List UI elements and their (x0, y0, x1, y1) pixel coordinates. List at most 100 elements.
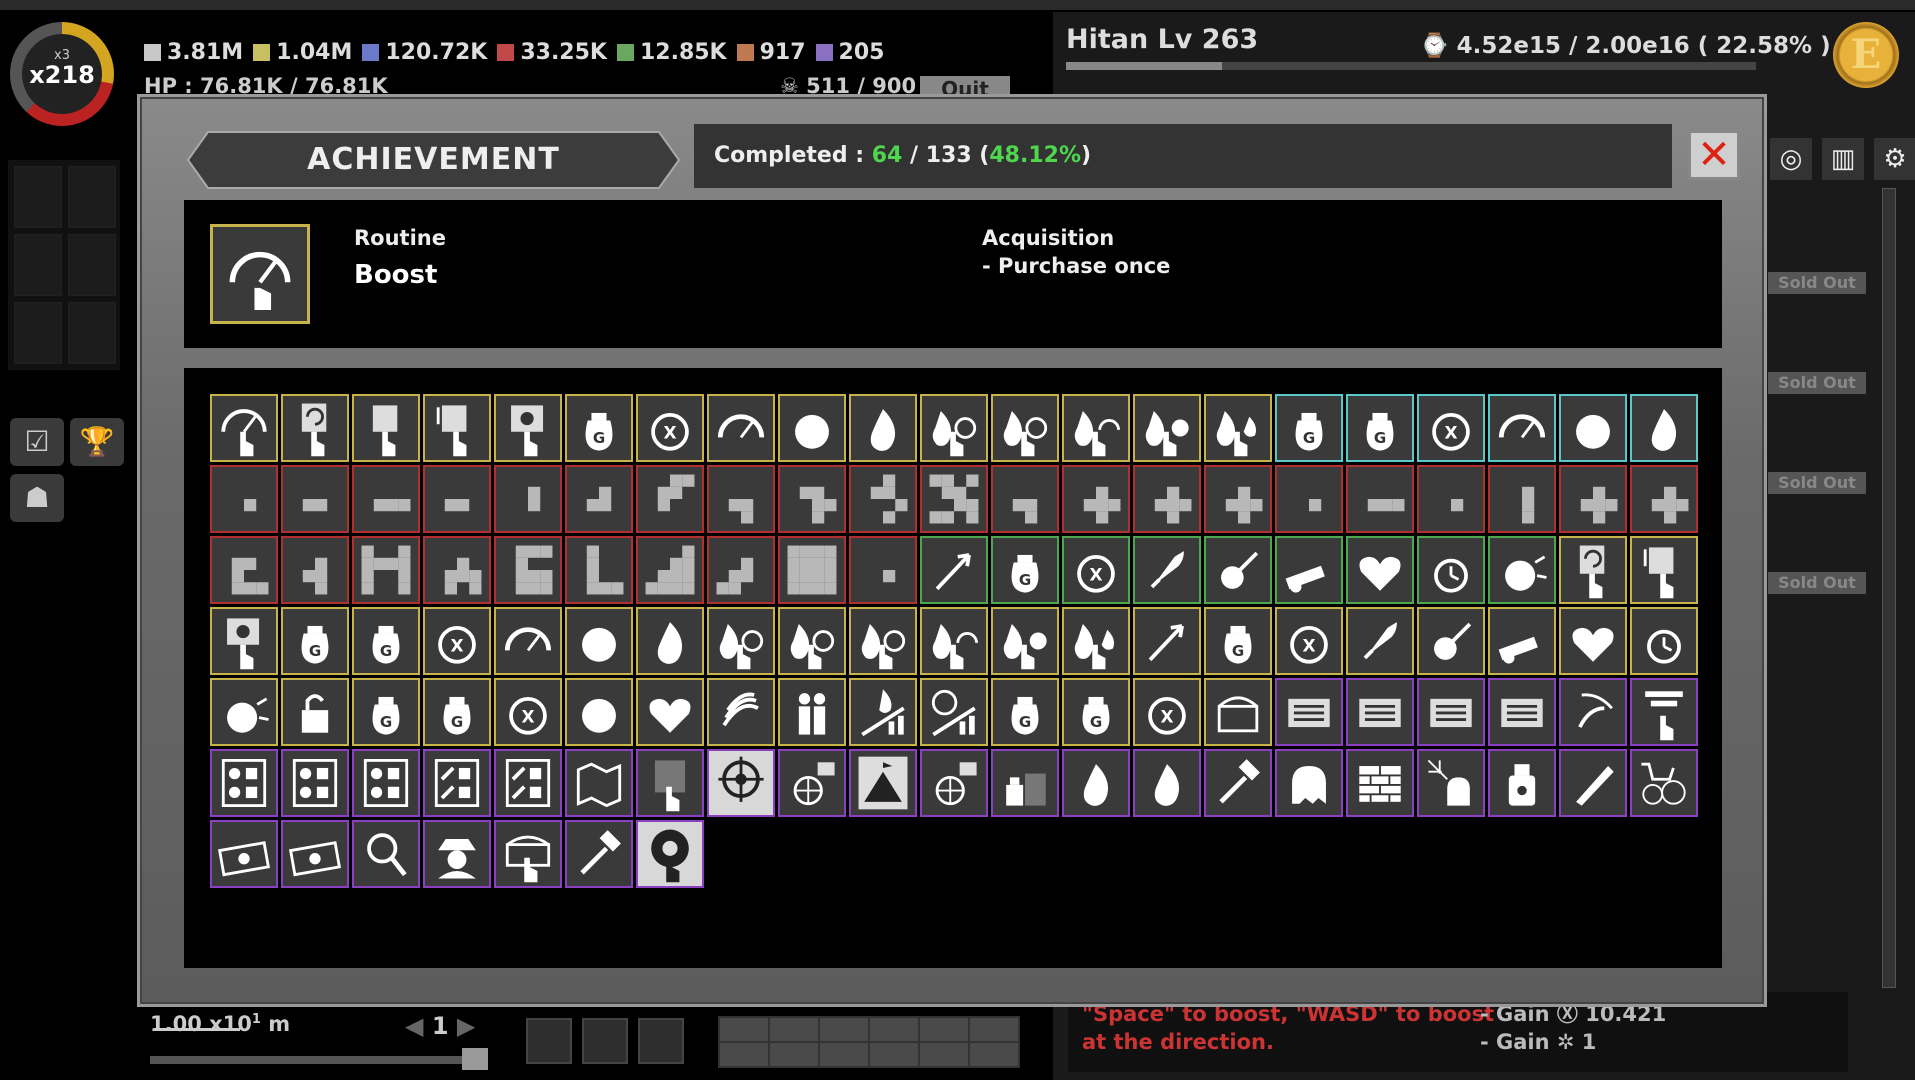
achievement-tile[interactable] (1204, 749, 1272, 817)
zoom-slider[interactable] (150, 1056, 480, 1064)
achievement-tile[interactable] (636, 820, 704, 888)
achievement-tile[interactable] (1630, 465, 1698, 533)
achievement-tile[interactable] (352, 394, 420, 462)
achievement-tile[interactable] (920, 536, 988, 604)
achievement-tile[interactable]: G (1204, 607, 1272, 675)
achievement-tile[interactable] (636, 465, 704, 533)
achievement-tile[interactable] (991, 749, 1059, 817)
achievement-tile[interactable] (636, 536, 704, 604)
achievement-tile[interactable] (1204, 465, 1272, 533)
achievement-tile[interactable] (281, 820, 349, 888)
achievement-tile[interactable] (423, 394, 491, 462)
achievement-tile[interactable] (849, 536, 917, 604)
achievement-tile[interactable] (1488, 536, 1556, 604)
achievement-tile[interactable] (1559, 749, 1627, 817)
achievement-tile[interactable] (778, 394, 846, 462)
bar-chart-icon[interactable]: ▥ (1822, 138, 1864, 180)
achievement-tile[interactable] (1133, 536, 1201, 604)
achievement-tile[interactable]: X (1062, 536, 1130, 604)
achievement-tile[interactable] (565, 749, 633, 817)
achievement-tile[interactable] (920, 749, 988, 817)
achievement-tile[interactable]: G (423, 678, 491, 746)
achievement-tile[interactable] (210, 820, 278, 888)
achievement-tile[interactable] (1559, 607, 1627, 675)
achievement-tile[interactable] (1133, 465, 1201, 533)
achievement-tile[interactable] (1417, 465, 1485, 533)
achievement-tile[interactable]: G (565, 394, 633, 462)
achievement-tile[interactable] (1346, 536, 1414, 604)
achievement-tile[interactable] (1204, 678, 1272, 746)
achievement-tile[interactable] (1559, 394, 1627, 462)
achievement-tile[interactable] (1417, 749, 1485, 817)
mini-slot[interactable] (970, 1018, 1018, 1041)
mini-slot[interactable] (770, 1018, 818, 1041)
achievement-tile[interactable] (991, 394, 1059, 462)
inventory-slot[interactable] (68, 166, 116, 228)
frame-icon[interactable] (582, 1018, 628, 1064)
achievement-tile[interactable] (778, 465, 846, 533)
achievement-tile[interactable] (849, 607, 917, 675)
mini-slot[interactable] (920, 1018, 968, 1041)
achievement-tile[interactable] (281, 465, 349, 533)
achievement-tile[interactable]: X (1275, 607, 1343, 675)
achievement-tile[interactable] (352, 536, 420, 604)
achievement-tile[interactable] (920, 394, 988, 462)
achievement-tile[interactable] (778, 607, 846, 675)
coin-icon[interactable]: E (1833, 22, 1899, 88)
inventory-slot[interactable] (14, 302, 62, 364)
mini-slot[interactable] (720, 1043, 768, 1066)
achievement-tile[interactable] (210, 678, 278, 746)
achievement-tile[interactable] (1417, 607, 1485, 675)
mini-slot[interactable] (820, 1043, 868, 1066)
rotate-icon[interactable] (526, 1018, 572, 1064)
achievement-tile[interactable] (565, 465, 633, 533)
achievement-tile[interactable] (991, 607, 1059, 675)
achievement-tile[interactable]: G (352, 607, 420, 675)
zoom-slider-knob[interactable] (462, 1048, 488, 1070)
achievement-tile[interactable] (849, 749, 917, 817)
achievement-tile[interactable] (281, 678, 349, 746)
achievement-tile[interactable] (849, 678, 917, 746)
achievement-tile[interactable] (565, 820, 633, 888)
achievement-tile[interactable] (494, 607, 562, 675)
achievement-tile[interactable] (1559, 678, 1627, 746)
achievement-tile[interactable] (423, 749, 491, 817)
achievement-tile[interactable] (1630, 749, 1698, 817)
achievement-tile[interactable] (1488, 465, 1556, 533)
achievement-tile[interactable] (707, 607, 775, 675)
achievement-tile[interactable] (1275, 678, 1343, 746)
inventory-slot[interactable] (14, 234, 62, 296)
achievement-tile[interactable] (920, 678, 988, 746)
achievement-tile[interactable] (281, 749, 349, 817)
mini-slot[interactable] (870, 1018, 918, 1041)
achievement-tile[interactable] (636, 749, 704, 817)
achievement-tile[interactable]: X (494, 678, 562, 746)
mini-slot[interactable] (970, 1043, 1018, 1066)
achievement-tile[interactable] (920, 465, 988, 533)
achievement-tile[interactable]: G (281, 607, 349, 675)
achievement-tile[interactable] (707, 749, 775, 817)
achievement-tile[interactable] (849, 465, 917, 533)
achievement-tile[interactable] (210, 465, 278, 533)
achievement-tile[interactable] (1630, 394, 1698, 462)
achievement-tile[interactable] (636, 607, 704, 675)
achievement-tile[interactable] (1630, 607, 1698, 675)
achievement-tile[interactable] (210, 607, 278, 675)
achievement-tile[interactable]: G (1062, 678, 1130, 746)
achievement-tile[interactable]: G (991, 678, 1059, 746)
achievement-tile[interactable]: G (1346, 394, 1414, 462)
achievement-tile[interactable] (707, 536, 775, 604)
mini-slot[interactable] (820, 1018, 868, 1041)
achievement-tile[interactable] (1204, 536, 1272, 604)
achievement-tile[interactable] (1488, 678, 1556, 746)
achievement-tile[interactable]: X (636, 394, 704, 462)
achievement-tile[interactable] (1062, 394, 1130, 462)
achievement-tile[interactable] (423, 465, 491, 533)
achievement-tile[interactable] (494, 820, 562, 888)
achievement-tile[interactable] (1346, 749, 1414, 817)
achievement-tile[interactable]: X (1417, 394, 1485, 462)
achievement-tile[interactable]: G (1275, 394, 1343, 462)
achievement-tile[interactable] (494, 536, 562, 604)
achievement-tile[interactable] (1559, 465, 1627, 533)
achievement-tile[interactable] (494, 749, 562, 817)
